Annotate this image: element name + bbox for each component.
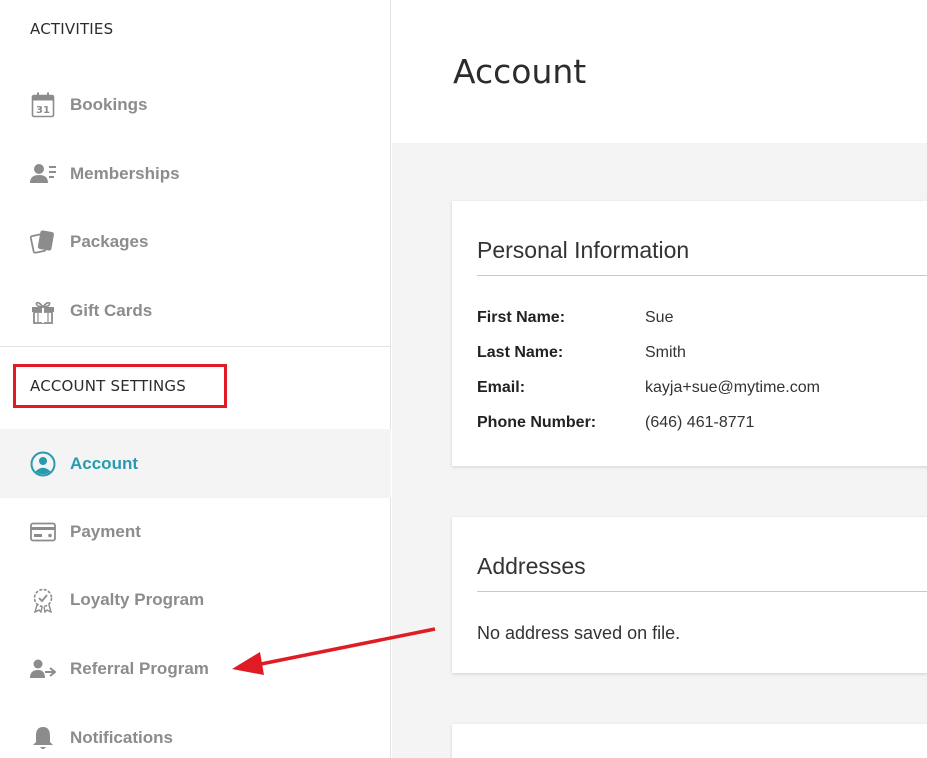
card-title: Personal Information <box>477 237 690 263</box>
main-content: Account Personal Information First Name:… <box>392 0 927 758</box>
info-row-email: Email: kayja+sue@mytime.com <box>477 379 927 401</box>
empty-address-message: No address saved on file. <box>477 623 681 643</box>
gift-icon <box>30 298 56 324</box>
sidebar-item-label: Packages <box>70 231 149 251</box>
sidebar-item-payment[interactable]: Payment <box>0 497 391 566</box>
sidebar-item-label: Notifications <box>70 727 173 747</box>
page-title: Account <box>453 52 587 91</box>
referral-icon <box>30 656 56 682</box>
section-divider <box>0 346 391 347</box>
activities-section-title: ACTIVITIES <box>30 20 114 38</box>
personal-information-card: Personal Information First Name: Sue Las… <box>452 201 927 466</box>
sidebar-item-label: Loyalty Program <box>70 589 205 609</box>
user-circle-icon <box>30 451 56 477</box>
calendar-icon: 31 <box>30 92 56 118</box>
info-row-last-name: Last Name: Smith <box>477 344 927 366</box>
member-card-icon <box>30 161 56 187</box>
svg-text:31: 31 <box>36 105 50 116</box>
info-value: (646) 461-8771 <box>645 414 755 431</box>
sidebar-item-account[interactable]: Account <box>0 429 391 498</box>
addresses-card: Addresses No address saved on file. <box>452 517 927 673</box>
packages-icon <box>30 229 56 255</box>
info-label: Email: <box>477 379 526 396</box>
sidebar-item-gift-cards[interactable]: Gift Cards <box>0 276 391 345</box>
sidebar-item-label: Referral Program <box>70 658 209 678</box>
sidebar-item-memberships[interactable]: Memberships <box>0 139 391 208</box>
sidebar-item-bookings[interactable]: 31 Bookings <box>0 70 391 139</box>
card-title: Addresses <box>477 553 586 579</box>
sidebar-item-label: Memberships <box>70 163 180 183</box>
info-row-phone-number: Phone Number: (646) 461-8771 <box>477 414 927 436</box>
sidebar-item-label: Bookings <box>70 94 148 114</box>
sidebar-item-notifications[interactable]: Notifications <box>0 703 391 758</box>
info-label: First Name: <box>477 309 566 326</box>
card-divider <box>477 275 927 276</box>
sidebar-item-label: Gift Cards <box>70 300 153 320</box>
card-divider <box>477 591 927 592</box>
info-value: Sue <box>645 309 674 326</box>
sidebar-item-loyalty-program[interactable]: Loyalty Program <box>0 565 391 634</box>
info-value: kayja+sue@mytime.com <box>645 379 820 396</box>
bell-icon <box>30 725 56 751</box>
additional-card <box>452 724 927 758</box>
info-row-first-name: First Name: Sue <box>477 309 927 331</box>
sidebar-item-label: Account <box>70 453 138 473</box>
sidebar: ACTIVITIES 31 Bookings Memberships Packa… <box>0 0 391 758</box>
info-value: Smith <box>645 344 686 361</box>
award-badge-icon <box>30 587 56 613</box>
page-header: Account <box>392 0 927 143</box>
sidebar-item-label: Payment <box>70 521 141 541</box>
info-label: Phone Number: <box>477 414 597 431</box>
sidebar-item-referral-program[interactable]: Referral Program <box>0 634 391 703</box>
info-label: Last Name: <box>477 344 564 361</box>
sidebar-item-packages[interactable]: Packages <box>0 207 391 276</box>
credit-card-icon <box>30 519 56 545</box>
account-settings-section-title: ACCOUNT SETTINGS <box>30 377 186 395</box>
